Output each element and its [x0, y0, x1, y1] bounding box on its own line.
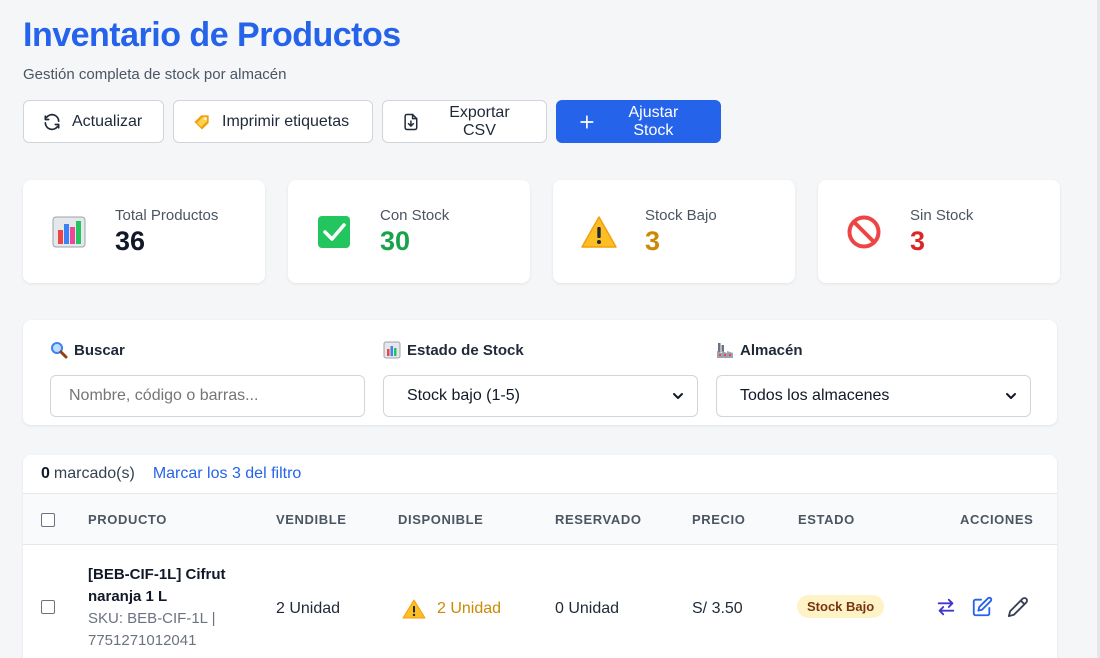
- stat-value: 36: [115, 225, 146, 256]
- product-name[interactable]: [BEB-CIF-1L] Cifrut naranja 1 L: [88, 564, 248, 608]
- products-table: 0 marcado(s) Marcar los 3 del filtro PRO…: [23, 455, 1057, 658]
- chevron-down-icon: [673, 393, 683, 399]
- page-title: Inventario de Productos: [23, 16, 401, 54]
- search-label: Buscar: [74, 341, 125, 359]
- product-cell: [BEB-CIF-1L] Cifrut naranja 1 L SKU: BEB…: [88, 564, 248, 652]
- search-input[interactable]: [50, 375, 365, 417]
- column-header-product[interactable]: PRODUCTO: [88, 494, 167, 545]
- refresh-icon: [44, 113, 60, 130]
- file-download-icon: [404, 113, 418, 130]
- warning-icon: [402, 599, 426, 619]
- stat-card-in-stock: Con Stock 30: [288, 180, 530, 283]
- stat-value: 3: [910, 225, 926, 256]
- table-row: [BEB-CIF-1L] Cifrut naranja 1 L SKU: BEB…: [23, 545, 1057, 658]
- tag-icon: [194, 114, 209, 129]
- price-cell: S/ 3.50: [692, 600, 743, 617]
- available-value: 2 Unidad: [437, 600, 502, 617]
- selected-count: 0: [41, 465, 50, 482]
- stat-card-total: Total Productos 36: [23, 180, 265, 283]
- column-header-reserved[interactable]: RESERVADO: [555, 494, 642, 545]
- available-cell: 2 Unidad: [402, 598, 501, 620]
- stat-label: Total Productos: [115, 206, 219, 224]
- refresh-button-label: Actualizar: [72, 112, 143, 130]
- warehouse-select[interactable]: Todos los almacenes: [716, 375, 1031, 417]
- page-header: Inventario de Productos Gestión completa…: [23, 14, 401, 83]
- selection-bar: 0 marcado(s) Marcar los 3 del filtro: [23, 455, 1057, 494]
- stock-status-filter-label: Estado de Stock: [383, 340, 698, 360]
- search-filter: Buscar: [50, 340, 365, 417]
- factory-icon: [717, 343, 733, 358]
- warehouse-label: Almacén: [740, 341, 803, 359]
- product-sku: SKU: BEB-CIF-1L |: [88, 610, 216, 627]
- select-all-checkbox[interactable]: [41, 512, 55, 527]
- column-header-status[interactable]: ESTADO: [798, 494, 855, 545]
- search-filter-label: Buscar: [50, 340, 365, 360]
- export-csv-label: Exportar CSV: [449, 103, 510, 139]
- refresh-button[interactable]: Actualizar: [23, 100, 164, 143]
- prohibited-icon: [844, 212, 884, 252]
- stat-card-out-of-stock: Sin Stock 3: [818, 180, 1060, 283]
- row-actions: [935, 596, 1029, 618]
- stat-value: 3: [645, 225, 661, 256]
- status-cell: Stock Bajo: [797, 595, 885, 618]
- stat-label: Stock Bajo: [645, 206, 717, 224]
- bar-chart-icon: [49, 212, 89, 252]
- print-labels-label: Imprimir etiquetas: [222, 112, 350, 130]
- edit-icon[interactable]: [971, 596, 993, 618]
- table-header: PRODUCTO VENDIBLE DISPONIBLE RESERVADO P…: [23, 494, 1057, 545]
- stat-value: 30: [380, 225, 411, 256]
- stat-label: Con Stock: [380, 206, 450, 224]
- stock-status-value: Stock bajo (1-5): [407, 387, 520, 404]
- stock-status-filter: Estado de Stock Stock bajo (1-5): [383, 340, 698, 417]
- transfer-icon[interactable]: [935, 596, 957, 618]
- stock-status-select[interactable]: Stock bajo (1-5): [383, 375, 698, 417]
- reserved-cell: 0 Unidad: [555, 600, 620, 617]
- select-all-checkbox-cell: [41, 494, 55, 545]
- adjust-stock-button[interactable]: Ajustar Stock: [556, 100, 721, 143]
- magnifier-icon: [51, 342, 68, 359]
- warehouse-value: Todos los almacenes: [740, 387, 890, 404]
- stat-label: Sin Stock: [910, 206, 974, 224]
- stock-status-label: Estado de Stock: [407, 341, 524, 359]
- stats-row: Total Productos 36 Con Stock 30 Stock Ba…: [23, 180, 1060, 283]
- warehouse-filter: Almacén Todos los almacenes: [716, 340, 1031, 417]
- warning-icon: [579, 212, 619, 252]
- column-header-actions: ACCIONES: [960, 512, 1034, 527]
- export-csv-button[interactable]: Exportar CSV: [382, 100, 547, 143]
- stat-card-low-stock: Stock Bajo 3: [553, 180, 795, 283]
- pencil-icon[interactable]: [1007, 596, 1029, 618]
- product-barcode: 7751271012041: [88, 632, 197, 649]
- column-header-sellable[interactable]: VENDIBLE: [276, 494, 347, 545]
- print-labels-button[interactable]: Imprimir etiquetas: [173, 100, 373, 143]
- column-header-available[interactable]: DISPONIBLE: [398, 494, 483, 545]
- sellable-cell: 2 Unidad: [276, 600, 341, 617]
- check-box-icon: [314, 212, 354, 252]
- filters-panel: Buscar Estado de Stock Stock bajo (1-5): [23, 320, 1057, 425]
- chevron-down-icon: [1006, 393, 1016, 399]
- bar-chart-icon: [383, 341, 401, 359]
- warehouse-filter-label: Almacén: [716, 340, 1031, 360]
- mark-filtered-link[interactable]: Marcar los 3 del filtro: [153, 465, 302, 483]
- plus-icon: [580, 114, 594, 129]
- page-subtitle: Gestión completa de stock por almacén: [23, 66, 287, 83]
- adjust-stock-label: Ajustar Stock: [628, 103, 679, 139]
- row-checkbox[interactable]: [41, 600, 55, 614]
- row-checkbox-cell: [41, 600, 55, 614]
- status-badge: Stock Bajo: [797, 595, 885, 618]
- toolbar: Actualizar Imprimir etiquetas Exportar C…: [23, 100, 721, 143]
- column-header-price[interactable]: PRECIO: [692, 494, 745, 545]
- selected-count-suffix: marcado(s): [53, 465, 135, 482]
